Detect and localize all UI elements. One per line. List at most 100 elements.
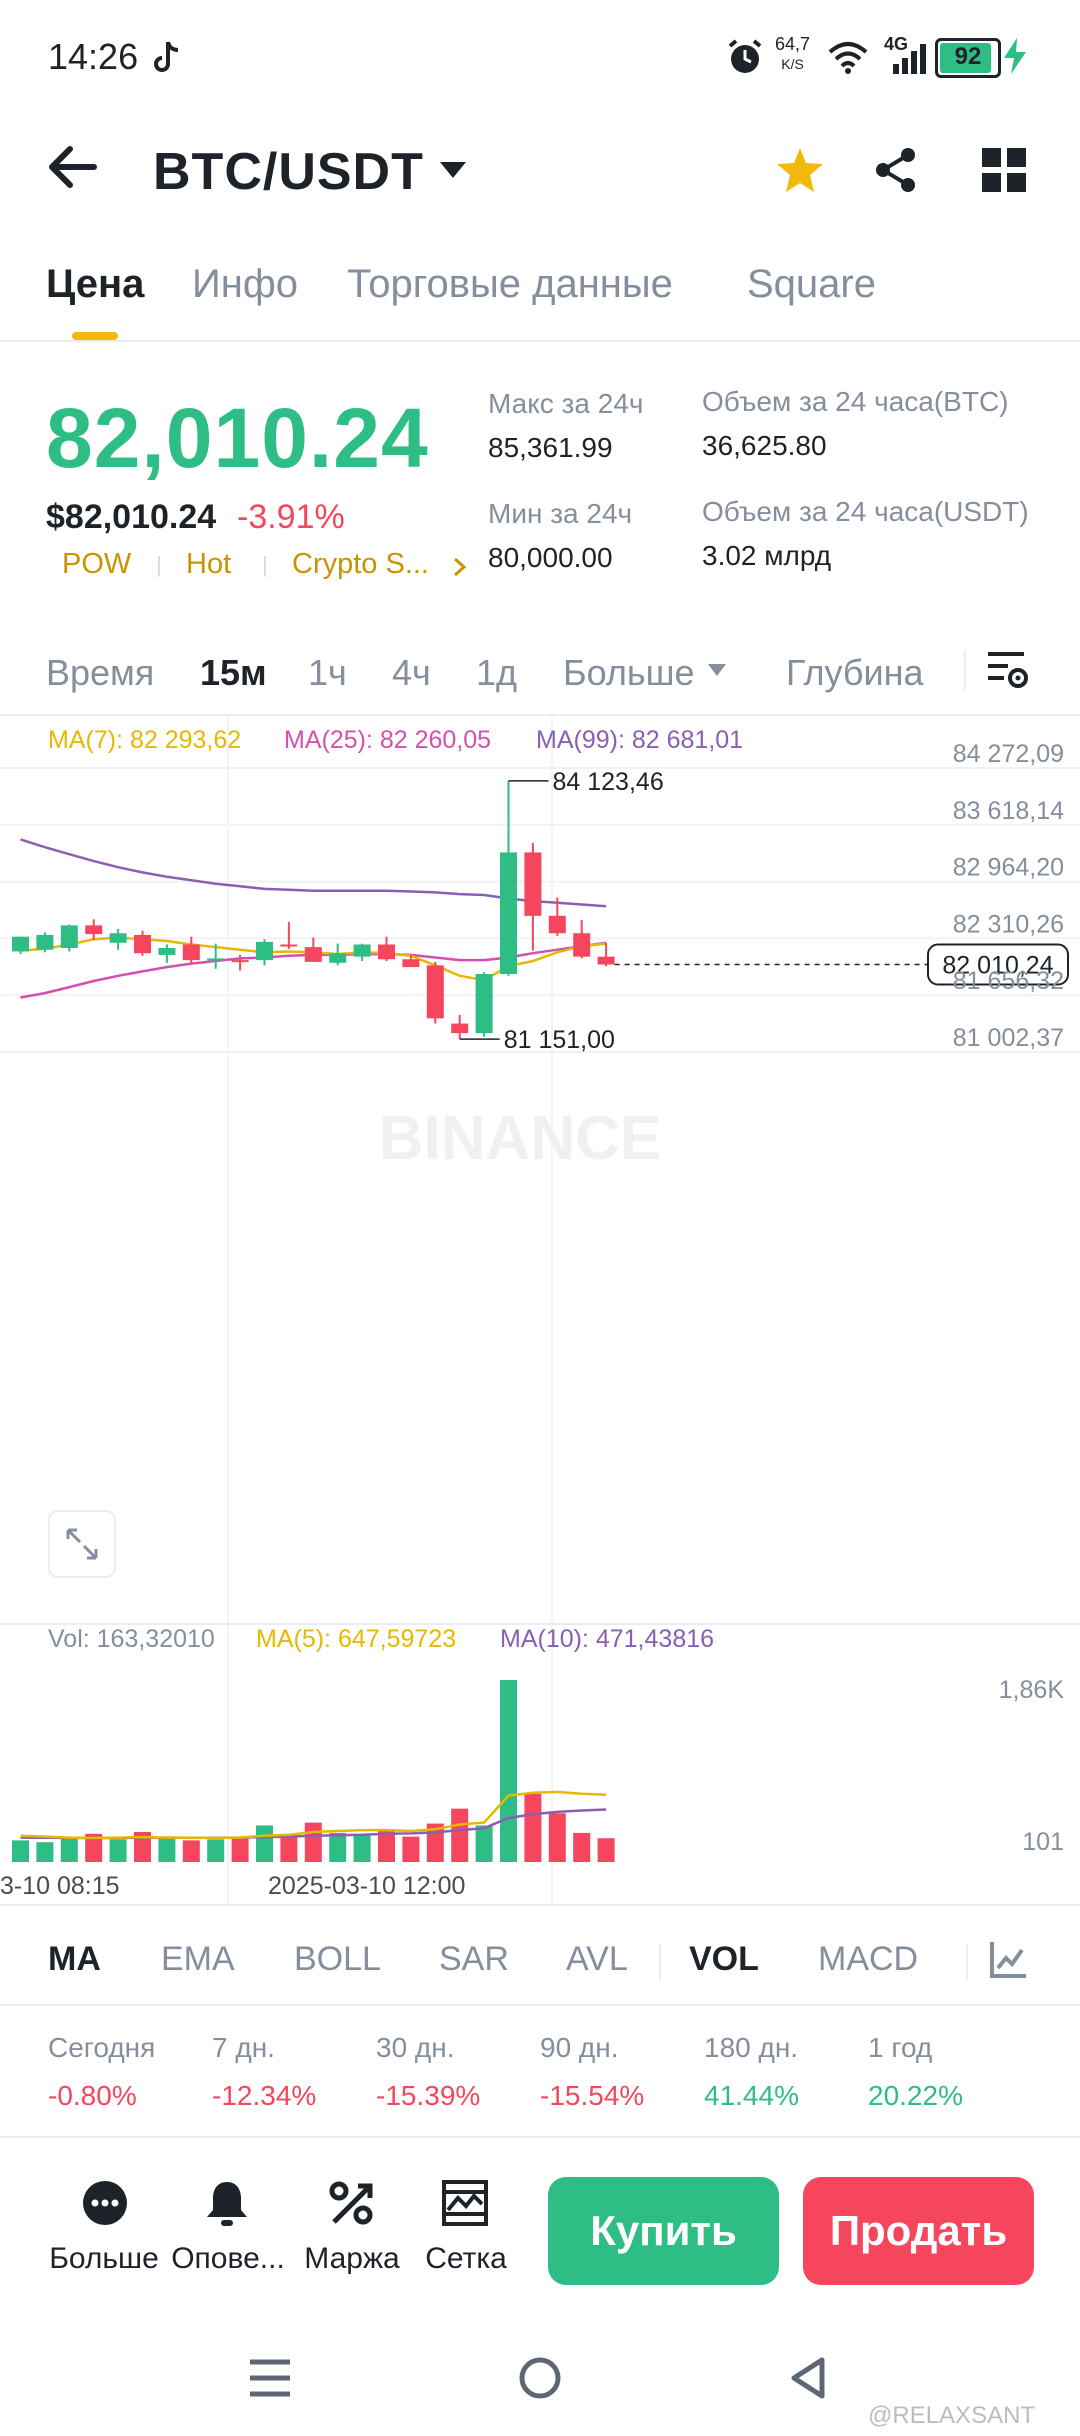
grid-bot-icon [442,2180,488,2226]
volume-bar [280,1834,298,1862]
tag-hot[interactable]: Hot [186,548,231,581]
volume-axis-label: 101 [1022,1828,1064,1856]
indicator-vol[interactable]: VOL [689,1940,759,1979]
candlestick-chart[interactable]: BINANCE 84 123,4681 151,0082 010,24 84 2… [0,716,1080,1906]
chart-bottom-divider [0,1904,1080,1906]
interval-4h[interactable]: 4ч [392,652,431,694]
recent-apps-icon[interactable] [248,2358,292,2398]
candle-body [426,965,444,1019]
volume-bar [500,1680,517,1862]
perf-90d-label: 90 дн. [540,2032,619,2063]
tab-info[interactable]: Инфо [192,262,298,307]
more-dots-icon [83,2181,127,2225]
volume-bar [573,1832,591,1862]
alerts-label[interactable]: Опове... [166,2242,290,2276]
price-axis: 84 272,09 83 618,14 82 964,20 82 310,26 81 6… [953,740,1064,1052]
pair-dropdown-icon[interactable] [438,160,468,180]
alarm-icon [728,39,762,73]
candle-body [597,956,615,965]
tag-crypto[interactable]: Crypto S... [292,548,429,581]
indicator-boll[interactable]: BOLL [294,1940,381,1979]
candle-body [304,947,322,962]
perf-1y-value: 20.22% [868,2080,963,2111]
chart-settings-icon[interactable] [986,650,1028,690]
candle-body [353,944,371,957]
volume-bar [475,1825,493,1862]
indicator-avl[interactable]: AVL [566,1940,628,1979]
grid-label[interactable]: Сетка [410,2242,522,2276]
indicator-divider [966,1944,968,1980]
interval-15m[interactable]: 15м [200,652,267,694]
candle-body [85,925,103,935]
network-speed: 64,7 K/S [775,34,811,72]
indicator-ema[interactable]: EMA [161,1940,235,1979]
chevron-right-icon[interactable] [452,556,468,578]
tab-trading-data[interactable]: Торговые данные [347,262,673,307]
share-icon[interactable] [872,146,920,194]
vol-btc-value: 36,625.80 [702,430,827,461]
interval-more[interactable]: Больше [563,652,695,694]
volume-legend: Vol: 163,32010 [48,1625,215,1653]
interval-divider [964,650,966,690]
tab-square[interactable]: Square [747,262,876,307]
more-label[interactable]: Больше [48,2242,160,2276]
candle-body [109,933,127,943]
volume-bar [158,1836,176,1862]
pair-title[interactable]: BTC/USDT [153,142,424,202]
ma99-line [20,838,607,908]
tag-separator: | [156,552,162,577]
candles [12,780,615,1040]
tab-price[interactable]: Цена [46,262,144,307]
indicator-macd[interactable]: MACD [818,1940,918,1979]
interval-1h[interactable]: 1ч [308,652,347,694]
vol-ma5-line [20,1790,607,1840]
back-arrow-icon[interactable] [48,145,98,189]
charging-icon [1004,38,1026,74]
candle-body [182,944,200,961]
perf-180d-label: 180 дн. [704,2032,799,2063]
low-marker-label: 81 151,00 [504,1026,615,1054]
volume-bar [182,1840,200,1862]
ma-lines [20,838,607,999]
bell-icon [207,2182,247,2226]
fullscreen-button[interactable] [48,1510,116,1578]
buy-button[interactable]: Купить [548,2177,779,2285]
more-dropdown-icon[interactable] [706,662,728,678]
candle-body [402,959,420,968]
sell-button[interactable]: Продать [803,2177,1034,2285]
volume-bar [329,1832,347,1862]
indicator-ma[interactable]: MA [48,1940,101,1979]
perf-7d-value: -12.34% [212,2080,317,2111]
high-24h-value: 85,361.99 [488,432,613,463]
margin-label[interactable]: Маржа [296,2242,408,2276]
indicator-bottom-divider [0,2004,1080,2006]
volume-bar [36,1842,54,1862]
perf-180d-value: 41.44% [704,2080,799,2111]
interval-1d[interactable]: 1д [476,652,517,694]
vol-usdt-value: 3.02 млрд [702,540,832,571]
indicator-sar[interactable]: SAR [439,1940,509,1979]
volume-bar [402,1836,420,1862]
perf-30d-label: 30 дн. [376,2032,455,2063]
tag-pow[interactable]: POW [62,548,131,581]
performance-divider [0,2136,1080,2138]
indicator-settings-icon[interactable] [988,1940,1028,1980]
candle-body [36,934,54,950]
home-icon[interactable] [518,2356,562,2400]
price-change: -3.91% [237,498,345,536]
volume-bar [256,1825,273,1862]
layout-grid-icon[interactable] [982,148,1026,192]
favorite-star-icon[interactable] [775,146,825,194]
price-axis-label: 81 002,37 [953,1024,1064,1052]
candle-body [231,960,249,963]
interval-time[interactable]: Время [46,652,154,694]
back-nav-icon[interactable] [788,2356,828,2400]
active-tab-indicator [72,332,118,340]
interval-depth[interactable]: Глубина [786,652,924,694]
price-axis-label: 83 618,14 [953,797,1064,825]
perf-30d-value: -15.39% [376,2080,481,2111]
battery-indicator: 92 [935,38,1001,78]
last-price: 82,010.24 [46,391,429,485]
candle-body [548,915,566,934]
time-label: 3-10 08:15 [0,1872,120,1900]
